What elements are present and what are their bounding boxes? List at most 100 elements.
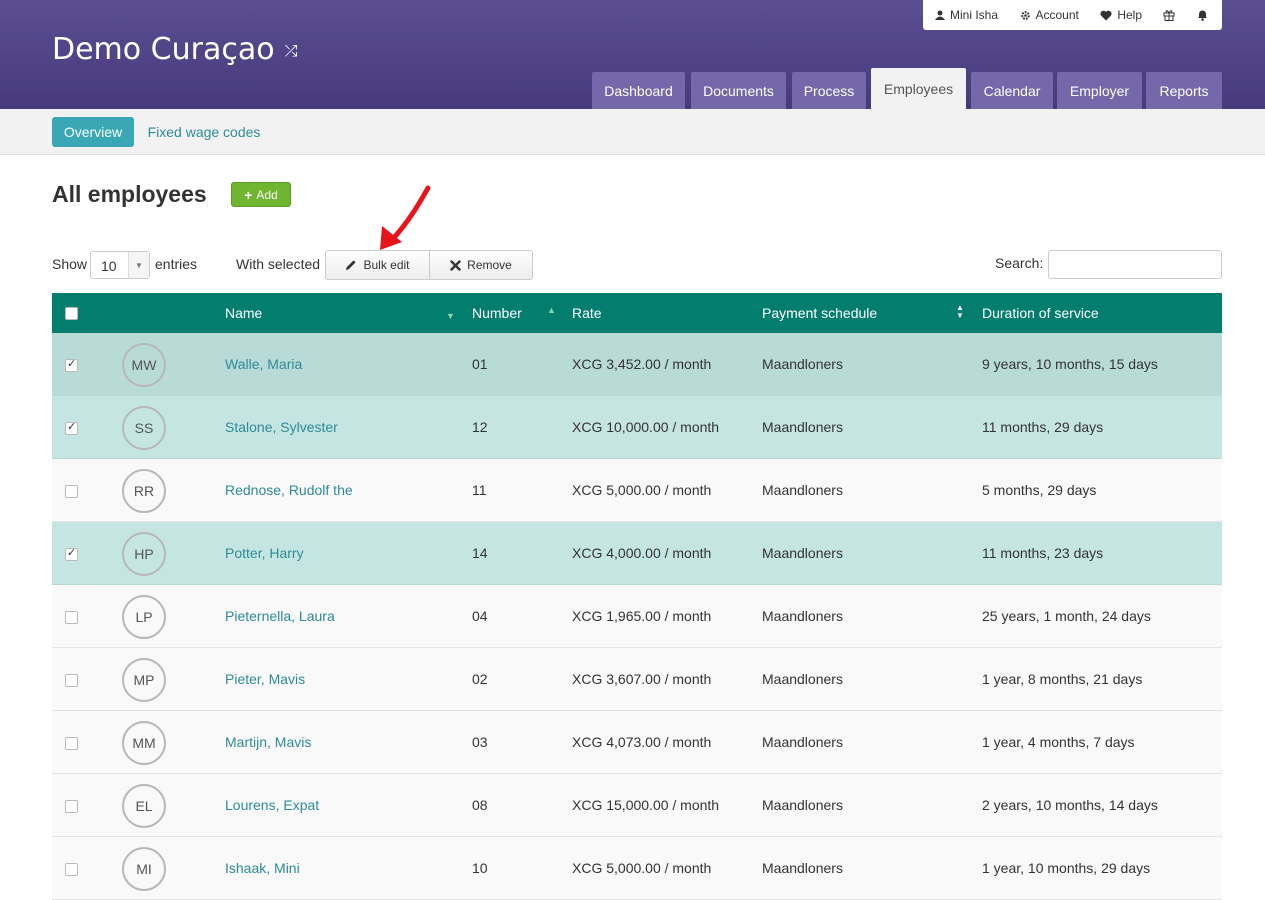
employee-rate: XCG 3,452.00 / month: [572, 356, 712, 372]
column-header-name[interactable]: Name: [225, 305, 262, 321]
payment-schedule: Maandloners: [762, 482, 843, 498]
employee-number: 14: [472, 545, 488, 561]
tab-process[interactable]: Process: [792, 72, 866, 109]
row-checkbox[interactable]: [65, 674, 78, 687]
employees-table: Name ▼ Number ▲ Rate Payment schedule ▲ ▼…: [52, 293, 1222, 900]
tab-documents[interactable]: Documents: [691, 72, 786, 109]
avatar: MP: [122, 658, 166, 702]
avatar: EL: [122, 784, 166, 828]
table-row[interactable]: MW Walle, Maria 01 XCG 3,452.00 / month …: [52, 333, 1222, 396]
user-icon: [935, 10, 945, 20]
row-checkbox[interactable]: [65, 863, 78, 876]
employee-number: 02: [472, 671, 488, 687]
employee-number: 10: [472, 860, 488, 876]
row-checkbox[interactable]: [65, 546, 78, 561]
company-name: Demo Curaçao: [52, 32, 275, 67]
table-row[interactable]: MI Ishaak, Mini 10 XCG 5,000.00 / month …: [52, 837, 1222, 900]
employee-name-link[interactable]: Martijn, Mavis: [225, 734, 311, 750]
row-checkbox[interactable]: [65, 420, 78, 435]
employee-name-link[interactable]: Stalone, Sylvester: [225, 419, 338, 435]
with-selected-label: With selected: [236, 256, 321, 272]
column-header-payment-schedule[interactable]: Payment schedule: [762, 305, 877, 321]
search-input[interactable]: [1048, 250, 1222, 279]
sort-both-icon: ▲ ▼: [956, 303, 964, 320]
employee-rate: XCG 5,000.00 / month: [572, 860, 712, 876]
duration-of-service: 11 months, 29 days: [982, 419, 1104, 435]
table-row[interactable]: LP Pieternella, Laura 04 XCG 1,965.00 / …: [52, 585, 1222, 648]
avatar: LP: [122, 595, 166, 639]
gear-icon: [1020, 10, 1030, 20]
row-checkbox[interactable]: [65, 800, 78, 813]
payment-schedule: Maandloners: [762, 860, 843, 876]
tab-reports[interactable]: Reports: [1146, 72, 1222, 109]
duration-of-service: 1 year, 8 months, 21 days: [982, 671, 1143, 687]
subnav-fixed-wage-codes[interactable]: Fixed wage codes: [140, 117, 268, 147]
add-button-label: Add: [256, 187, 278, 202]
table-row[interactable]: EL Lourens, Expat 08 XCG 15,000.00 / mon…: [52, 774, 1222, 837]
employee-rate: XCG 4,073.00 / month: [572, 734, 712, 750]
employee-rate: XCG 1,965.00 / month: [572, 608, 712, 624]
row-checkbox[interactable]: [65, 737, 78, 750]
bulk-edit-button[interactable]: Bulk edit: [325, 250, 430, 280]
table-row[interactable]: MP Pieter, Mavis 02 XCG 3,607.00 / month…: [52, 648, 1222, 711]
show-label: Show: [52, 256, 88, 272]
table-row[interactable]: RR Rednose, Rudolf the 11 XCG 5,000.00 /…: [52, 459, 1222, 522]
entries-label: entries: [155, 256, 198, 272]
employee-number: 04: [472, 608, 488, 624]
notifications-button[interactable]: [1197, 9, 1208, 21]
employee-name-link[interactable]: Pieternella, Laura: [225, 608, 335, 624]
entries-select[interactable]: 10 ▼: [90, 251, 150, 279]
company-switcher[interactable]: Demo Curaçao ⤮: [52, 32, 297, 67]
column-header-rate[interactable]: Rate: [572, 305, 602, 321]
employee-rate: XCG 10,000.00 / month: [572, 419, 720, 435]
remove-label: Remove: [467, 258, 512, 272]
tab-dashboard[interactable]: Dashboard: [592, 72, 685, 109]
help-link[interactable]: Help: [1100, 8, 1142, 22]
table-row[interactable]: HP Potter, Harry 14 XCG 4,000.00 / month…: [52, 522, 1222, 585]
employee-name-link[interactable]: Lourens, Expat: [225, 797, 319, 813]
account-label: Account: [1035, 8, 1079, 22]
avatar: MW: [122, 343, 166, 387]
remove-button[interactable]: Remove: [430, 250, 533, 280]
select-all-checkbox[interactable]: [65, 307, 78, 320]
pencil-icon: [346, 260, 357, 270]
subnav-overview[interactable]: Overview: [52, 117, 134, 147]
employee-name-link[interactable]: Potter, Harry: [225, 545, 304, 561]
tab-calendar[interactable]: Calendar: [971, 72, 1053, 109]
table-row[interactable]: SS Stalone, Sylvester 12 XCG 10,000.00 /…: [52, 396, 1222, 459]
plus-icon: +: [244, 186, 253, 203]
user-menu: Mini Isha Account Help: [923, 0, 1222, 30]
avatar: SS: [122, 406, 166, 450]
row-checkbox[interactable]: [65, 611, 78, 624]
employee-name-link[interactable]: Walle, Maria: [225, 356, 302, 372]
column-header-number[interactable]: Number: [472, 305, 522, 321]
entries-value: 10: [101, 258, 117, 274]
employee-name-link[interactable]: Ishaak, Mini: [225, 860, 300, 876]
account-link[interactable]: Account: [1020, 8, 1079, 22]
top-header: Demo Curaçao ⤮ Mini Isha Account Help Das…: [0, 0, 1265, 109]
row-checkbox[interactable]: [65, 357, 78, 372]
tab-employer[interactable]: Employer: [1057, 72, 1142, 109]
column-header-duration[interactable]: Duration of service: [982, 305, 1099, 321]
tab-employees[interactable]: Employees: [871, 68, 966, 109]
bulk-actions: Bulk edit Remove: [325, 250, 533, 280]
payment-schedule: Maandloners: [762, 419, 843, 435]
user-profile-link[interactable]: Mini Isha: [935, 8, 998, 22]
table-row[interactable]: MM Martijn, Mavis 03 XCG 4,073.00 / mont…: [52, 711, 1222, 774]
employee-number: 01: [472, 356, 488, 372]
employee-name-link[interactable]: Rednose, Rudolf the: [225, 482, 353, 498]
annotation-arrow-icon: [380, 185, 431, 250]
employee-number: 03: [472, 734, 488, 750]
employee-name-link[interactable]: Pieter, Mavis: [225, 671, 305, 687]
duration-of-service: 1 year, 4 months, 7 days: [982, 734, 1135, 750]
row-checkbox[interactable]: [65, 485, 78, 498]
add-employee-button[interactable]: + Add: [231, 182, 291, 207]
gift-icon: [1163, 10, 1175, 21]
shuffle-icon[interactable]: ⤮: [285, 41, 298, 60]
employee-number: 08: [472, 797, 488, 813]
gift-button[interactable]: [1163, 9, 1175, 21]
duration-of-service: 2 years, 10 months, 14 days: [982, 797, 1158, 813]
sort-asc-icon: ▲: [547, 305, 556, 315]
employee-rate: XCG 4,000.00 / month: [572, 545, 712, 561]
help-label: Help: [1117, 8, 1143, 22]
